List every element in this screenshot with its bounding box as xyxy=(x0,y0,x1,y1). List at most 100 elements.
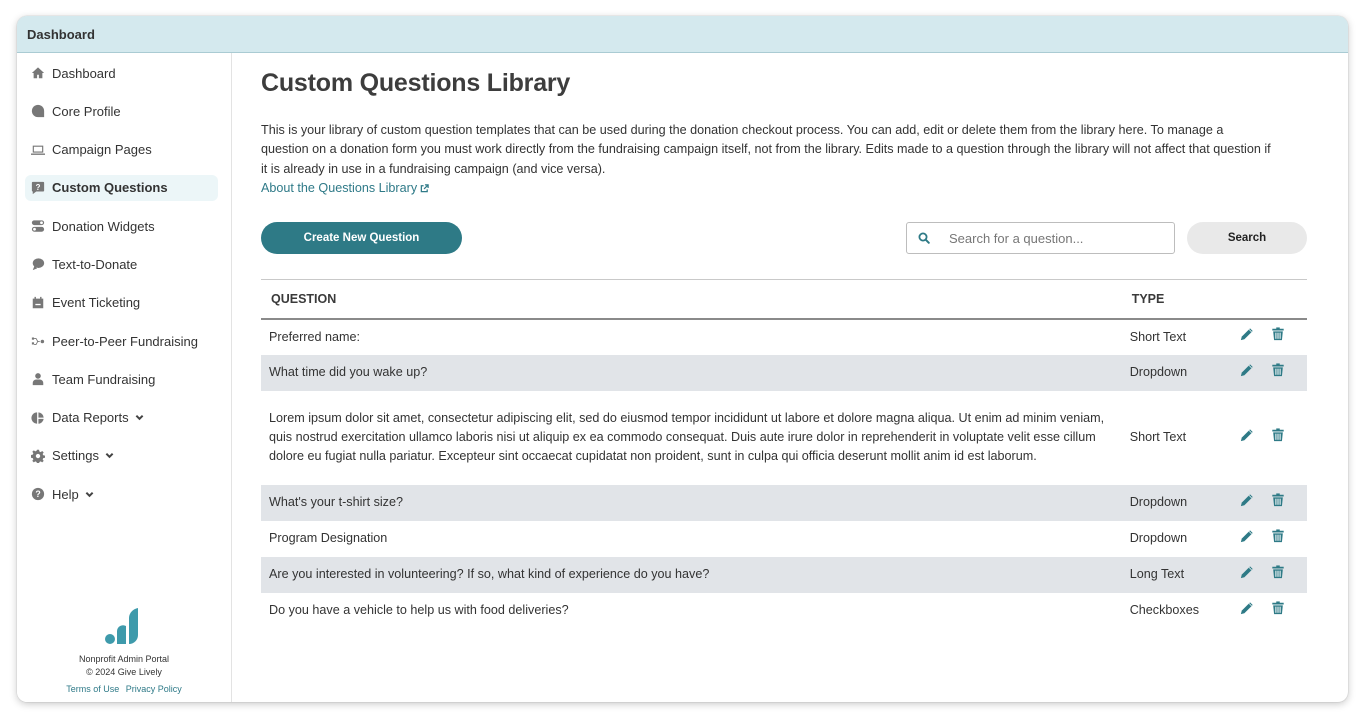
toggle-icon xyxy=(31,219,45,233)
sidebar-item-label: Settings xyxy=(52,448,99,464)
question-comment-icon: ? xyxy=(31,181,45,195)
edit-button[interactable] xyxy=(1240,327,1254,341)
delete-button[interactable] xyxy=(1271,362,1285,377)
sidebar-item-team-fundraising[interactable]: Team Fundraising xyxy=(25,366,218,392)
sidebar-item-peer-to-peer[interactable]: Peer-to-Peer Fundraising xyxy=(25,328,218,354)
sidebar-item-label: Event Ticketing xyxy=(52,295,141,311)
pencil-icon xyxy=(1240,363,1253,376)
portal-name: Nonprofit Admin Portal xyxy=(78,654,170,664)
about-questions-library-link[interactable]: About the Questions Library xyxy=(261,181,429,195)
question-cell: Lorem ipsum dolor sit amet, consectetur … xyxy=(269,410,1105,464)
table-row: Are you interested in volunteering? If s… xyxy=(261,556,1307,593)
delete-button[interactable] xyxy=(1271,427,1285,442)
table-header-row: QUESTION TYPE xyxy=(261,279,1307,320)
actions-cell xyxy=(1231,354,1307,391)
questions-table: QUESTION TYPE Preferred name: Short Text… xyxy=(261,279,1307,629)
delete-button[interactable] xyxy=(1271,327,1285,341)
type-cell: Dropdown xyxy=(1121,354,1232,391)
actions-cell xyxy=(1232,391,1308,485)
calendar-icon xyxy=(31,296,45,310)
search-field[interactable] xyxy=(906,222,1175,255)
sidebar-item-core-profile[interactable]: Core Profile xyxy=(25,98,218,124)
edit-button[interactable] xyxy=(1240,565,1254,579)
about-link-label: About the Questions Library xyxy=(261,181,418,196)
actions-cell xyxy=(1232,319,1308,355)
p2p-icon xyxy=(31,334,45,348)
sidebar-item-custom-questions[interactable]: ? Custom Questions xyxy=(25,174,218,201)
edit-button[interactable] xyxy=(1240,363,1254,377)
delete-button[interactable] xyxy=(1271,600,1285,615)
trash-icon xyxy=(1272,600,1284,614)
type-cell: Dropdown xyxy=(1129,531,1188,546)
pencil-icon xyxy=(1240,493,1253,506)
pencil-icon xyxy=(1240,601,1253,614)
pencil-icon xyxy=(1240,529,1253,542)
table-row: What's your t-shirt size? Dropdown xyxy=(261,484,1307,521)
question-cell: Preferred name: xyxy=(269,329,360,344)
search-button[interactable]: Search xyxy=(1187,222,1307,255)
delete-button[interactable] xyxy=(1271,564,1285,579)
terms-link[interactable]: Terms of Use xyxy=(66,684,119,694)
sidebar-nav: Dashboard Core Profile Campaign Pages ? … xyxy=(17,53,231,507)
laptop-icon xyxy=(31,143,45,157)
table-row: Lorem ipsum dolor sit amet, consectetur … xyxy=(261,391,1307,485)
toolbar: Create New Question Search xyxy=(261,222,1307,255)
table-row: Do you have a vehicle to help us with fo… xyxy=(261,593,1307,629)
edit-button[interactable] xyxy=(1240,428,1254,442)
external-link-icon xyxy=(420,183,429,192)
sidebar-item-text-to-donate[interactable]: Text-to-Donate xyxy=(25,251,218,277)
gear-icon xyxy=(31,449,45,463)
column-header-question[interactable]: QUESTION xyxy=(261,279,1122,320)
column-header-actions xyxy=(1231,279,1307,320)
create-new-question-button[interactable]: Create New Question xyxy=(261,222,462,255)
question-cell: Program Designation xyxy=(269,531,388,546)
sidebar-item-campaign-pages[interactable]: Campaign Pages xyxy=(25,137,218,163)
type-cell: Dropdown xyxy=(1121,484,1232,521)
delete-button[interactable] xyxy=(1271,528,1285,543)
sidebar-item-label: Text-to-Donate xyxy=(52,256,138,272)
sidebar-item-label: Campaign Pages xyxy=(52,142,152,158)
help-circle-icon: ? xyxy=(31,487,45,501)
app-window: Dashboard Dashboard Core Profile Campaig… xyxy=(17,16,1348,702)
profile-icon xyxy=(31,104,45,118)
sidebar-item-data-reports[interactable]: Data Reports xyxy=(25,405,218,431)
sidebar-item-label: Custom Questions xyxy=(52,180,168,196)
main-content: Custom Questions Library This is your li… xyxy=(261,53,1307,702)
question-cell: What time did you wake up? xyxy=(261,354,1122,391)
privacy-link[interactable]: Privacy Policy xyxy=(126,684,182,694)
edit-button[interactable] xyxy=(1240,601,1254,615)
edit-button[interactable] xyxy=(1240,493,1254,507)
actions-cell xyxy=(1231,484,1307,521)
chevron-down-icon xyxy=(85,490,94,499)
type-cell: Short Text xyxy=(1129,329,1187,344)
table-row: Program Designation Dropdown xyxy=(261,521,1307,557)
column-header-type[interactable]: TYPE xyxy=(1121,279,1232,320)
sidebar-item-event-ticketing[interactable]: Event Ticketing xyxy=(25,290,218,316)
trash-icon xyxy=(1272,327,1284,341)
window-title: Dashboard xyxy=(27,26,95,42)
trash-icon xyxy=(1272,564,1284,578)
page-title: Custom Questions Library xyxy=(261,69,571,97)
sidebar-item-donation-widgets[interactable]: Donation Widgets xyxy=(25,213,218,239)
user-icon xyxy=(31,372,45,386)
trash-icon xyxy=(1272,492,1284,506)
pencil-icon xyxy=(1240,428,1253,441)
edit-button[interactable] xyxy=(1240,529,1254,543)
search-input[interactable] xyxy=(949,230,1169,246)
sidebar-item-help[interactable]: ? Help xyxy=(25,481,218,507)
type-cell: Long Text xyxy=(1121,556,1232,593)
chat-bubble-icon xyxy=(31,257,45,271)
actions-cell xyxy=(1232,521,1308,557)
trash-icon xyxy=(1272,528,1284,542)
give-lively-logo xyxy=(105,608,138,644)
home-icon xyxy=(31,66,45,80)
trash-icon xyxy=(1272,362,1284,376)
window-titlebar: Dashboard xyxy=(17,16,1348,53)
sidebar-item-dashboard[interactable]: Dashboard xyxy=(25,60,218,86)
table-row: What time did you wake up? Dropdown xyxy=(261,354,1307,391)
svg-text:?: ? xyxy=(36,183,41,192)
sidebar-item-settings[interactable]: Settings xyxy=(25,443,218,469)
chevron-down-icon xyxy=(105,451,114,460)
type-cell: Checkboxes xyxy=(1129,603,1199,618)
delete-button[interactable] xyxy=(1271,492,1285,507)
